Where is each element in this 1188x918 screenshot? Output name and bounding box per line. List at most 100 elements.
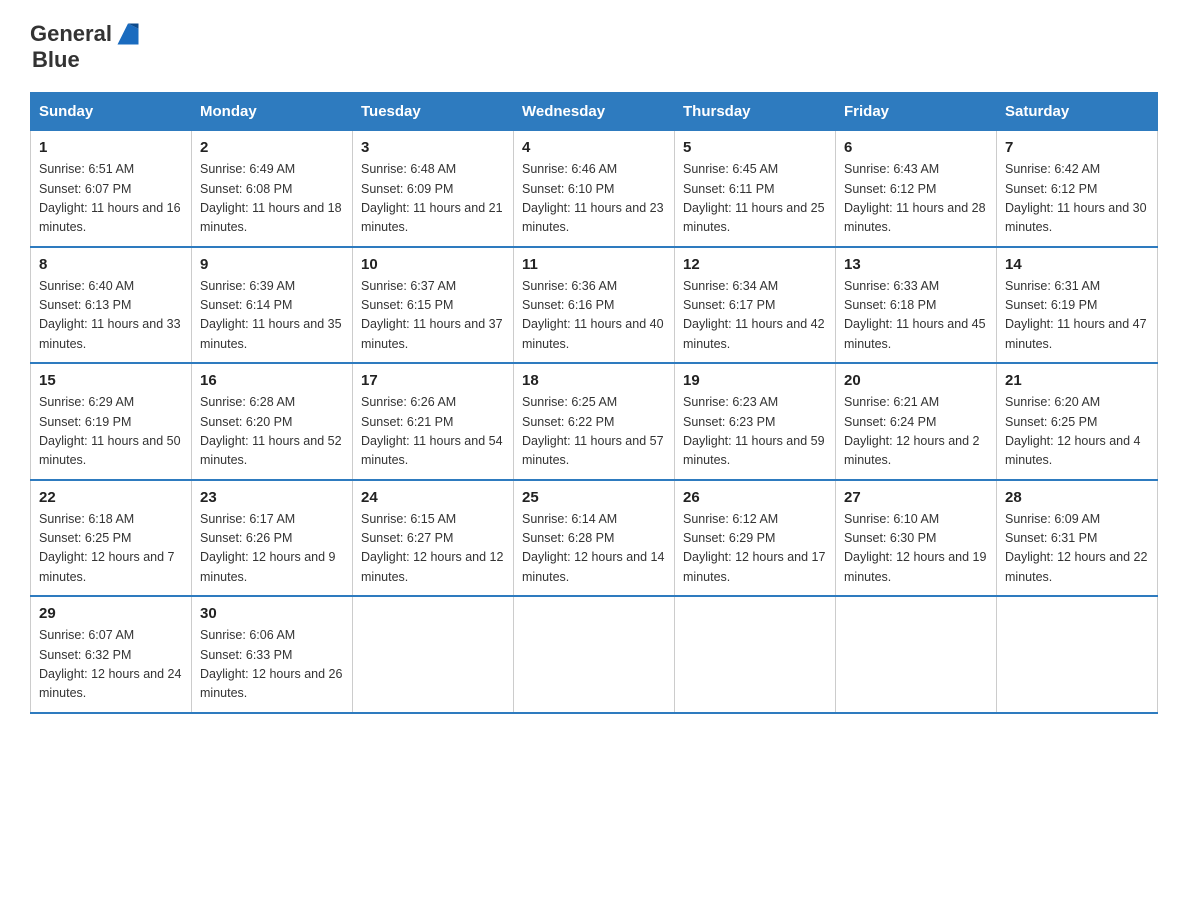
calendar-cell: 3 Sunrise: 6:48 AM Sunset: 6:09 PM Dayli… xyxy=(353,131,514,247)
day-info: Sunrise: 6:07 AM Sunset: 6:32 PM Dayligh… xyxy=(39,626,183,704)
day-info: Sunrise: 6:17 AM Sunset: 6:26 PM Dayligh… xyxy=(200,510,344,588)
calendar-cell: 29 Sunrise: 6:07 AM Sunset: 6:32 PM Dayl… xyxy=(31,596,192,713)
day-number: 10 xyxy=(361,256,505,273)
calendar-cell: 4 Sunrise: 6:46 AM Sunset: 6:10 PM Dayli… xyxy=(514,131,675,247)
logo: General Blue xyxy=(30,20,142,72)
day-info: Sunrise: 6:06 AM Sunset: 6:33 PM Dayligh… xyxy=(200,626,344,704)
calendar-cell: 16 Sunrise: 6:28 AM Sunset: 6:20 PM Dayl… xyxy=(192,363,353,480)
day-number: 12 xyxy=(683,256,827,273)
calendar-cell: 21 Sunrise: 6:20 AM Sunset: 6:25 PM Dayl… xyxy=(997,363,1158,480)
day-number: 1 xyxy=(39,139,183,156)
day-info: Sunrise: 6:29 AM Sunset: 6:19 PM Dayligh… xyxy=(39,393,183,471)
header-thursday: Thursday xyxy=(675,93,836,131)
calendar-cell: 6 Sunrise: 6:43 AM Sunset: 6:12 PM Dayli… xyxy=(836,131,997,247)
day-number: 15 xyxy=(39,372,183,389)
day-info: Sunrise: 6:28 AM Sunset: 6:20 PM Dayligh… xyxy=(200,393,344,471)
calendar-cell: 27 Sunrise: 6:10 AM Sunset: 6:30 PM Dayl… xyxy=(836,480,997,597)
day-info: Sunrise: 6:34 AM Sunset: 6:17 PM Dayligh… xyxy=(683,277,827,355)
day-info: Sunrise: 6:26 AM Sunset: 6:21 PM Dayligh… xyxy=(361,393,505,471)
calendar-cell xyxy=(353,596,514,713)
day-number: 21 xyxy=(1005,372,1149,389)
calendar-cell: 2 Sunrise: 6:49 AM Sunset: 6:08 PM Dayli… xyxy=(192,131,353,247)
calendar-cell: 5 Sunrise: 6:45 AM Sunset: 6:11 PM Dayli… xyxy=(675,131,836,247)
day-number: 14 xyxy=(1005,256,1149,273)
day-number: 22 xyxy=(39,489,183,506)
day-info: Sunrise: 6:20 AM Sunset: 6:25 PM Dayligh… xyxy=(1005,393,1149,471)
calendar-cell: 24 Sunrise: 6:15 AM Sunset: 6:27 PM Dayl… xyxy=(353,480,514,597)
calendar-cell xyxy=(675,596,836,713)
day-number: 3 xyxy=(361,139,505,156)
calendar-cell: 28 Sunrise: 6:09 AM Sunset: 6:31 PM Dayl… xyxy=(997,480,1158,597)
day-info: Sunrise: 6:36 AM Sunset: 6:16 PM Dayligh… xyxy=(522,277,666,355)
day-number: 7 xyxy=(1005,139,1149,156)
day-number: 6 xyxy=(844,139,988,156)
calendar-body: 1 Sunrise: 6:51 AM Sunset: 6:07 PM Dayli… xyxy=(31,131,1158,713)
day-number: 17 xyxy=(361,372,505,389)
day-info: Sunrise: 6:42 AM Sunset: 6:12 PM Dayligh… xyxy=(1005,160,1149,238)
day-info: Sunrise: 6:25 AM Sunset: 6:22 PM Dayligh… xyxy=(522,393,666,471)
calendar-cell: 22 Sunrise: 6:18 AM Sunset: 6:25 PM Dayl… xyxy=(31,480,192,597)
day-info: Sunrise: 6:49 AM Sunset: 6:08 PM Dayligh… xyxy=(200,160,344,238)
day-info: Sunrise: 6:43 AM Sunset: 6:12 PM Dayligh… xyxy=(844,160,988,238)
day-info: Sunrise: 6:39 AM Sunset: 6:14 PM Dayligh… xyxy=(200,277,344,355)
logo-text-blue: Blue xyxy=(32,47,80,72)
calendar-cell: 1 Sunrise: 6:51 AM Sunset: 6:07 PM Dayli… xyxy=(31,131,192,247)
header-row: SundayMondayTuesdayWednesdayThursdayFrid… xyxy=(31,93,1158,131)
header-sunday: Sunday xyxy=(31,93,192,131)
day-number: 2 xyxy=(200,139,344,156)
calendar-cell: 10 Sunrise: 6:37 AM Sunset: 6:15 PM Dayl… xyxy=(353,247,514,364)
calendar-cell: 8 Sunrise: 6:40 AM Sunset: 6:13 PM Dayli… xyxy=(31,247,192,364)
calendar-cell: 26 Sunrise: 6:12 AM Sunset: 6:29 PM Dayl… xyxy=(675,480,836,597)
week-row-5: 29 Sunrise: 6:07 AM Sunset: 6:32 PM Dayl… xyxy=(31,596,1158,713)
day-number: 28 xyxy=(1005,489,1149,506)
logo-text-general: General xyxy=(30,22,112,46)
calendar-cell: 13 Sunrise: 6:33 AM Sunset: 6:18 PM Dayl… xyxy=(836,247,997,364)
calendar-cell: 9 Sunrise: 6:39 AM Sunset: 6:14 PM Dayli… xyxy=(192,247,353,364)
page-header: General Blue xyxy=(30,20,1158,72)
day-number: 24 xyxy=(361,489,505,506)
calendar-cell: 18 Sunrise: 6:25 AM Sunset: 6:22 PM Dayl… xyxy=(514,363,675,480)
day-info: Sunrise: 6:14 AM Sunset: 6:28 PM Dayligh… xyxy=(522,510,666,588)
logo-icon xyxy=(114,20,142,48)
calendar-cell xyxy=(514,596,675,713)
day-info: Sunrise: 6:23 AM Sunset: 6:23 PM Dayligh… xyxy=(683,393,827,471)
day-number: 8 xyxy=(39,256,183,273)
day-number: 25 xyxy=(522,489,666,506)
header-friday: Friday xyxy=(836,93,997,131)
day-info: Sunrise: 6:51 AM Sunset: 6:07 PM Dayligh… xyxy=(39,160,183,238)
day-info: Sunrise: 6:15 AM Sunset: 6:27 PM Dayligh… xyxy=(361,510,505,588)
calendar-cell: 15 Sunrise: 6:29 AM Sunset: 6:19 PM Dayl… xyxy=(31,363,192,480)
day-info: Sunrise: 6:12 AM Sunset: 6:29 PM Dayligh… xyxy=(683,510,827,588)
day-info: Sunrise: 6:45 AM Sunset: 6:11 PM Dayligh… xyxy=(683,160,827,238)
week-row-4: 22 Sunrise: 6:18 AM Sunset: 6:25 PM Dayl… xyxy=(31,480,1158,597)
calendar-cell: 12 Sunrise: 6:34 AM Sunset: 6:17 PM Dayl… xyxy=(675,247,836,364)
day-number: 30 xyxy=(200,605,344,622)
day-info: Sunrise: 6:37 AM Sunset: 6:15 PM Dayligh… xyxy=(361,277,505,355)
calendar-table: SundayMondayTuesdayWednesdayThursdayFrid… xyxy=(30,92,1158,714)
day-info: Sunrise: 6:33 AM Sunset: 6:18 PM Dayligh… xyxy=(844,277,988,355)
week-row-3: 15 Sunrise: 6:29 AM Sunset: 6:19 PM Dayl… xyxy=(31,363,1158,480)
day-number: 27 xyxy=(844,489,988,506)
week-row-1: 1 Sunrise: 6:51 AM Sunset: 6:07 PM Dayli… xyxy=(31,131,1158,247)
day-number: 29 xyxy=(39,605,183,622)
calendar-cell: 23 Sunrise: 6:17 AM Sunset: 6:26 PM Dayl… xyxy=(192,480,353,597)
day-info: Sunrise: 6:31 AM Sunset: 6:19 PM Dayligh… xyxy=(1005,277,1149,355)
day-number: 9 xyxy=(200,256,344,273)
calendar-cell: 17 Sunrise: 6:26 AM Sunset: 6:21 PM Dayl… xyxy=(353,363,514,480)
header-tuesday: Tuesday xyxy=(353,93,514,131)
calendar-header: SundayMondayTuesdayWednesdayThursdayFrid… xyxy=(31,93,1158,131)
day-number: 23 xyxy=(200,489,344,506)
calendar-cell: 14 Sunrise: 6:31 AM Sunset: 6:19 PM Dayl… xyxy=(997,247,1158,364)
week-row-2: 8 Sunrise: 6:40 AM Sunset: 6:13 PM Dayli… xyxy=(31,247,1158,364)
calendar-cell: 30 Sunrise: 6:06 AM Sunset: 6:33 PM Dayl… xyxy=(192,596,353,713)
day-number: 4 xyxy=(522,139,666,156)
day-info: Sunrise: 6:21 AM Sunset: 6:24 PM Dayligh… xyxy=(844,393,988,471)
day-number: 20 xyxy=(844,372,988,389)
day-number: 19 xyxy=(683,372,827,389)
day-number: 13 xyxy=(844,256,988,273)
day-number: 18 xyxy=(522,372,666,389)
day-info: Sunrise: 6:40 AM Sunset: 6:13 PM Dayligh… xyxy=(39,277,183,355)
calendar-cell: 20 Sunrise: 6:21 AM Sunset: 6:24 PM Dayl… xyxy=(836,363,997,480)
header-wednesday: Wednesday xyxy=(514,93,675,131)
day-info: Sunrise: 6:48 AM Sunset: 6:09 PM Dayligh… xyxy=(361,160,505,238)
